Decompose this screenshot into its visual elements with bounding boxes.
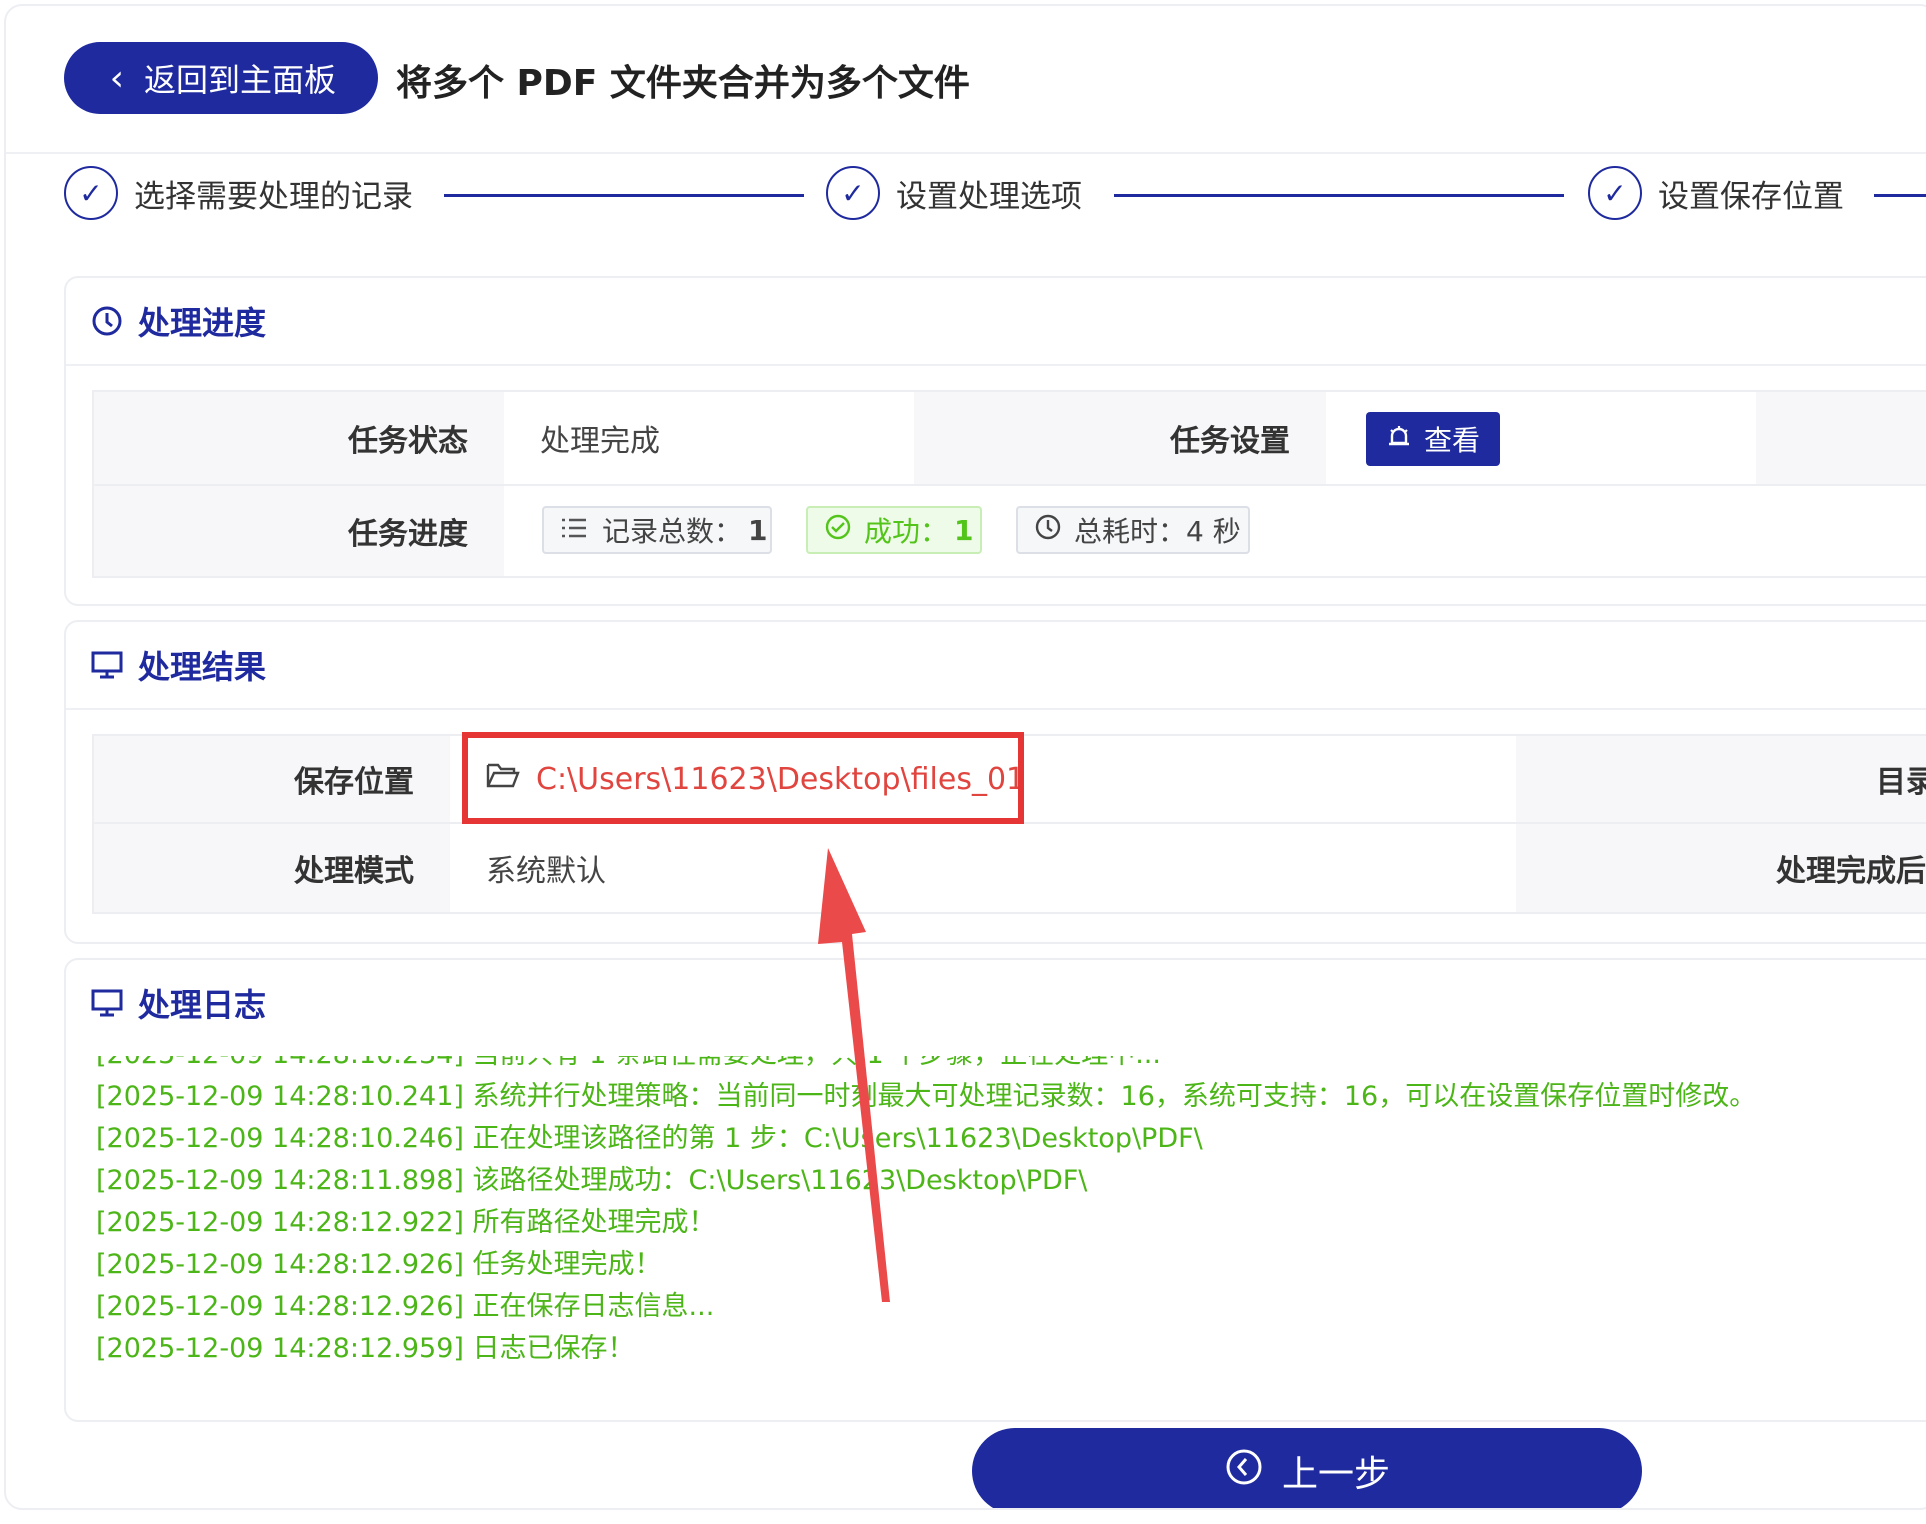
success-value: 1 — [954, 513, 974, 547]
elapsed-time-label: 总耗时：4 秒 — [1074, 515, 1241, 548]
progress-card-title: 处理进度 — [138, 304, 267, 342]
list-icon — [560, 514, 588, 547]
log-line: [2025-12-09 14:28:11.898] 该路径处理成功：C:\Use… — [96, 1165, 1088, 1196]
step-label: 设置保存位置 — [1658, 178, 1844, 215]
step-connector — [444, 194, 804, 197]
result-card-title: 处理结果 — [138, 648, 267, 686]
step-label: 设置处理选项 — [896, 178, 1082, 215]
step-indicator: ✓ 选择需要处理的记录 ✓ 设置处理选项 ✓ 设置保存位置 — [6, 156, 1926, 246]
check-circle-icon: ✓ — [64, 166, 118, 220]
log-card-header: 处理日志 — [66, 960, 1926, 1046]
log-line: [2025-12-09 14:28:12.922] 所有路径处理完成！ — [96, 1207, 716, 1238]
processing-mode-key: 处理模式 — [94, 822, 450, 912]
view-button-label: 查看 — [1423, 424, 1480, 457]
previous-step-label: 上一步 — [1281, 1454, 1390, 1495]
log-output[interactable]: [2025-12-09 14:28:10.234] 当前共有 1 条路径需要处理… — [96, 1056, 1796, 1386]
step-save-location[interactable]: ✓ 设置保存位置 — [1588, 166, 1844, 220]
back-to-dashboard-button[interactable]: ‹ 返回到主面板 — [64, 42, 378, 114]
task-status-key: 任务状态 — [94, 392, 504, 484]
step-connector — [1874, 194, 1926, 197]
monitor-icon — [90, 986, 124, 1020]
page-title: 将多个 PDF 文件夹合并为多个文件 — [396, 63, 970, 104]
check-circle-icon — [824, 513, 852, 548]
check-circle-icon: ✓ — [826, 166, 880, 220]
back-button-label: 返回到主面板 — [144, 61, 337, 99]
previous-step-button[interactable]: 上一步 — [972, 1428, 1642, 1508]
step-processing-options[interactable]: ✓ 设置处理选项 — [826, 166, 1082, 220]
log-line: [2025-12-09 14:28:12.926] 任务处理完成！ — [96, 1249, 662, 1280]
step-label: 选择需要处理的记录 — [134, 178, 413, 215]
log-line: [2025-12-09 14:28:10.241] 系统并行处理策略：当前同一时… — [96, 1081, 1757, 1112]
step-select-records[interactable]: ✓ 选择需要处理的记录 — [64, 166, 413, 220]
view-settings-button[interactable]: 查看 — [1366, 412, 1500, 466]
log-line: [2025-12-09 14:28:10.234] 当前共有 1 条路径需要处理… — [96, 1056, 1796, 1076]
processing-mode-value: 系统默认 — [450, 822, 1516, 912]
task-settings-key: 任务设置 — [914, 392, 1326, 484]
result-card-header: 处理结果 — [66, 622, 1926, 710]
monitor-icon — [90, 648, 124, 682]
blank-key — [1756, 392, 1926, 484]
total-records-tag: 记录总数： 1 — [542, 506, 772, 554]
header: ‹ 返回到主面板 将多个 PDF 文件夹合并为多个文件 — [6, 6, 1926, 154]
total-records-value: 1 — [748, 513, 768, 547]
step-connector — [1114, 194, 1564, 197]
total-records-label: 记录总数： — [602, 515, 743, 548]
task-progress-key: 任务进度 — [94, 484, 504, 576]
chevron-left-icon: ‹ — [109, 57, 124, 99]
highlight-box — [462, 732, 1024, 824]
progress-card: 处理进度 任务状态 处理完成 任务设置 任务进度 — [64, 276, 1926, 606]
log-line: [2025-12-09 14:28:12.959] 日志已保存！ — [96, 1333, 635, 1364]
success-label: 成功： — [864, 515, 949, 548]
success-count-tag: 成功： 1 — [806, 506, 982, 554]
log-line: [2025-12-09 14:28:10.246] 正在处理该路径的第 1 步：… — [96, 1123, 1203, 1154]
log-card-title: 处理日志 — [138, 986, 267, 1024]
directory-key: 目录 — [1516, 736, 1926, 822]
clock-icon — [90, 304, 124, 338]
log-line: [2025-12-09 14:28:12.926] 正在保存日志信息... — [96, 1291, 715, 1322]
task-status-value: 处理完成 — [504, 392, 914, 484]
alarm-icon — [1386, 423, 1412, 456]
main-window: ‹ 返回到主面板 将多个 PDF 文件夹合并为多个文件 ✓ 选择需要处理的记录 … — [4, 4, 1926, 1510]
check-circle-icon: ✓ — [1588, 166, 1642, 220]
save-location-key: 保存位置 — [94, 736, 450, 822]
chevron-left-circle-icon — [1224, 1447, 1264, 1496]
progress-card-header: 处理进度 — [66, 278, 1926, 366]
clock-icon — [1034, 513, 1062, 548]
progress-table: 任务状态 处理完成 任务设置 任务进度 — [92, 390, 1926, 578]
elapsed-time-tag: 总耗时：4 秒 — [1016, 506, 1250, 554]
after-completion-key: 处理完成后 — [1516, 822, 1926, 912]
